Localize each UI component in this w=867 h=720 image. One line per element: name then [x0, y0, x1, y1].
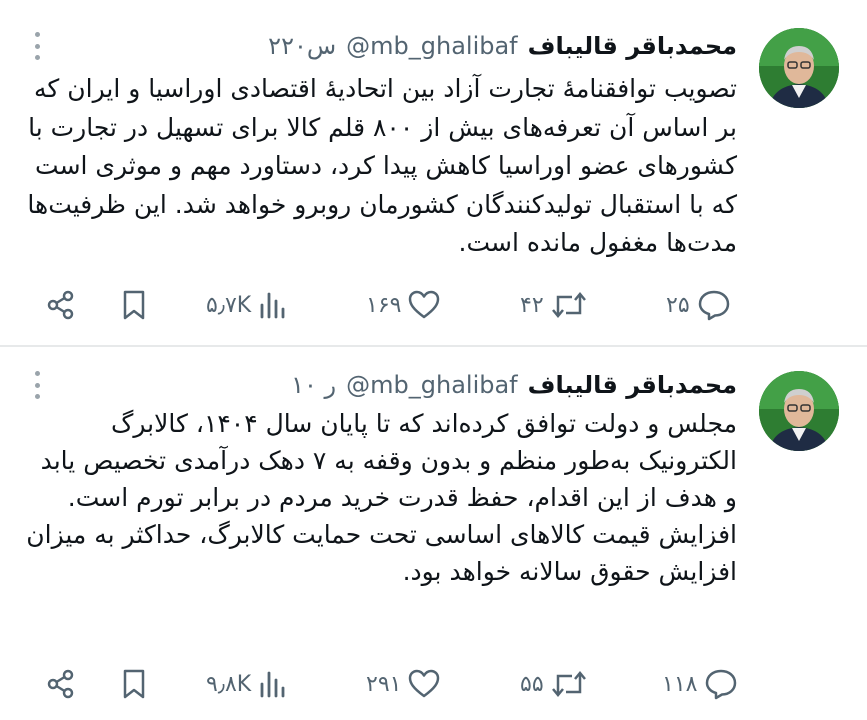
tweet[interactable]: محمدباقر قالیباف @mb_ghalibaf ۱۰ ر مجلس … — [0, 347, 867, 720]
more-icon[interactable] — [30, 371, 44, 399]
heart-icon — [409, 669, 440, 698]
like-button[interactable]: ۱۶۹ — [366, 280, 441, 330]
tweet-header: محمدباقر قالیباف @mb_ghalibaf ۲۲۰س — [37, 28, 737, 64]
more-icon[interactable] — [30, 32, 44, 60]
tweet-paragraph: افزایش قیمت کالاهای اساسی تحت حمایت کالا… — [26, 520, 737, 586]
share-button[interactable] — [44, 659, 78, 709]
share-icon — [47, 669, 74, 699]
avatar[interactable] — [759, 28, 839, 108]
retweet-icon — [551, 671, 586, 697]
reply-count: ۲۵ — [666, 292, 690, 318]
like-count: ۱۶۹ — [366, 292, 402, 318]
reply-button[interactable]: ۱۱۸ — [662, 659, 739, 709]
author-name[interactable]: محمدباقر قالیباف — [528, 32, 737, 60]
views-count: ۹٫۸K — [206, 671, 252, 697]
retweet-button[interactable]: ۴۲ — [520, 280, 588, 330]
tweet-time[interactable]: ۱۰ ر — [291, 371, 336, 399]
retweet-icon — [551, 292, 586, 318]
share-icon — [47, 290, 74, 320]
like-count: ۲۹۱ — [366, 671, 402, 697]
tweet-actions: ۹٫۸K ۲۹۱ ۵۵ ۱۱۸ — [0, 659, 867, 709]
retweet-button[interactable]: ۵۵ — [520, 659, 588, 709]
reply-count: ۱۱۸ — [662, 671, 698, 697]
views-icon — [260, 292, 285, 319]
views-button[interactable]: ۹٫۸K — [206, 659, 287, 709]
avatar[interactable] — [759, 371, 839, 451]
bookmark-button[interactable] — [118, 280, 150, 330]
views-button[interactable]: ۵٫۷K — [206, 280, 287, 330]
views-count: ۵٫۷K — [206, 292, 252, 318]
tweet-actions: ۵٫۷K ۱۶۹ ۴۲ ۲۵ — [0, 280, 867, 330]
tweet-header: محمدباقر قالیباف @mb_ghalibaf ۱۰ ر — [37, 367, 737, 403]
tweet-text: مجلس و دولت توافق کرده‌اند که تا پایان س… — [24, 405, 737, 590]
heart-icon — [409, 290, 440, 319]
bookmark-button[interactable] — [118, 659, 150, 709]
tweet[interactable]: محمدباقر قالیباف @mb_ghalibaf ۲۲۰س تصویب… — [0, 0, 867, 345]
author-handle[interactable]: @mb_ghalibaf — [346, 32, 518, 60]
tweet-text: تصویب توافقنامهٔ تجارت آزاد بین اتحادیهٔ… — [24, 70, 737, 263]
retweet-count: ۵۵ — [520, 671, 544, 697]
like-button[interactable]: ۲۹۱ — [366, 659, 441, 709]
reply-button[interactable]: ۲۵ — [666, 280, 732, 330]
bookmark-icon — [123, 290, 145, 320]
tweet-paragraph: مجلس و دولت توافق کرده‌اند که تا پایان س… — [40, 409, 737, 512]
reply-icon — [698, 290, 729, 321]
bookmark-icon — [123, 669, 145, 699]
retweet-count: ۴۲ — [520, 292, 544, 318]
author-name[interactable]: محمدباقر قالیباف — [528, 371, 737, 399]
views-icon — [260, 671, 285, 698]
reply-icon — [706, 669, 737, 700]
tweet-paragraph: تصویب توافقنامهٔ تجارت آزاد بین اتحادیهٔ… — [27, 74, 737, 257]
tweet-time[interactable]: ۲۲۰س — [268, 32, 336, 60]
share-button[interactable] — [44, 280, 78, 330]
author-handle[interactable]: @mb_ghalibaf — [346, 371, 518, 399]
